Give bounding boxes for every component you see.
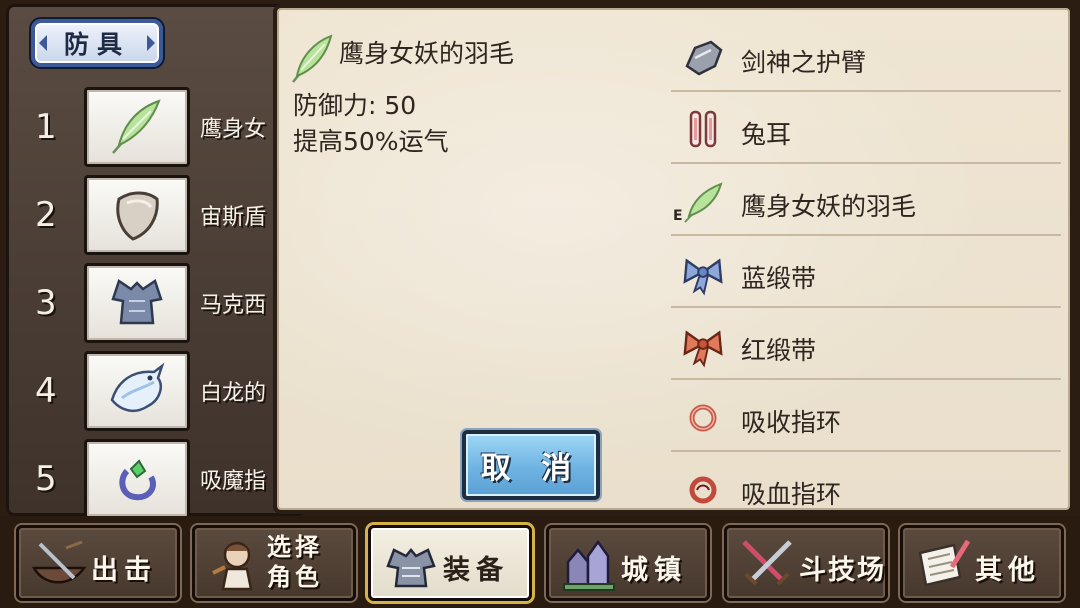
armor-row-5[interactable]: 5 吸魔指 (29, 439, 289, 523)
detail-effect-text: 提高50%运气 (293, 127, 449, 156)
nav-other-button[interactable]: 其他 (900, 525, 1064, 601)
equip-option-7[interactable]: 吸血指环 (671, 454, 1061, 524)
bottom-navigation-bar: 出击 选择 角色 装备 城镇 斗技场 其他 (0, 516, 1080, 608)
nav-label: 选择 角色 (267, 532, 323, 592)
arena-swords-icon (737, 536, 797, 592)
blue-ribbon-icon (681, 252, 725, 296)
nav-label-line: 选择 (267, 533, 323, 561)
item-card[interactable] (84, 439, 190, 519)
row-number: 2 (35, 195, 57, 235)
item-card[interactable] (84, 263, 190, 343)
ring-icon (681, 468, 725, 512)
bunny-ears-icon (681, 108, 725, 152)
equip-option-5[interactable]: 红缎带 (671, 310, 1061, 380)
equip-option-1[interactable]: 剑神之护臂 (671, 22, 1061, 92)
equip-option-label: 蓝缎带 (741, 264, 817, 293)
equipment-icon (381, 536, 441, 592)
equip-option-label: 兔耳 (741, 120, 792, 149)
nav-label: 斗技场 (799, 555, 886, 586)
item-card[interactable] (84, 175, 190, 255)
row-number: 3 (35, 283, 57, 323)
tab-left-chevron-icon (39, 35, 47, 51)
armor-icon (111, 279, 163, 325)
armor-row-2[interactable]: 2 宙斯盾 (29, 175, 289, 259)
nav-town-button[interactable]: 城镇 (546, 525, 710, 601)
ring-icon (119, 459, 156, 501)
item-card[interactable] (84, 351, 190, 431)
item-name: 宙斯盾 (200, 205, 267, 230)
item-name: 白龙的 (200, 381, 267, 406)
armor-row-1[interactable]: 1 鹰身女 (29, 87, 289, 171)
nav-equipment-button[interactable]: 装备 (368, 525, 532, 601)
item-card[interactable] (84, 87, 190, 167)
item-name: 吸魔指 (200, 469, 267, 494)
character-icon (205, 536, 265, 592)
nav-label-line: 角色 (267, 563, 323, 591)
gauntlet-icon (681, 36, 725, 80)
item-name: 鹰身女 (200, 117, 267, 142)
nav-label: 其他 (975, 555, 1041, 586)
equip-option-label: 吸收指环 (741, 408, 842, 437)
equipment-list-panel: 防具 1 鹰身女 2 宙斯盾 3 马克西 4 白龙的 5 吸魔指 (6, 4, 306, 519)
armor-row-3[interactable]: 3 马克西 (29, 263, 289, 347)
ring-icon (681, 396, 725, 440)
sortie-icon (29, 536, 89, 592)
category-tab-label: 防具 (63, 30, 130, 59)
armor-row-4[interactable]: 4 白龙的 (29, 351, 289, 435)
equip-option-3[interactable]: E 鹰身女妖的羽毛 (671, 166, 1061, 236)
nav-label: 出击 (91, 555, 157, 586)
feather-icon (112, 99, 161, 154)
equip-select-dialog: 鹰身女妖的羽毛 防御力: 50 提高50%运气 取 消 剑神之护臂 兔耳 E 鹰… (273, 4, 1074, 514)
scroll-quill-icon (913, 536, 973, 592)
equip-option-2[interactable]: 兔耳 (671, 94, 1061, 164)
cancel-button[interactable]: 取 消 (462, 430, 600, 500)
item-name: 马克西 (200, 293, 267, 318)
detail-item-name: 鹰身女妖的羽毛 (339, 39, 515, 68)
equip-option-4[interactable]: 蓝缎带 (671, 238, 1061, 308)
nav-arena-button[interactable]: 斗技场 (724, 525, 888, 601)
detail-defense-stat: 防御力: 50 (293, 91, 417, 120)
equip-option-6[interactable]: 吸收指环 (671, 382, 1061, 452)
tab-right-chevron-icon (147, 35, 155, 51)
equip-option-label: 红缎带 (741, 336, 817, 365)
red-ribbon-icon (681, 324, 725, 368)
row-number: 5 (35, 459, 57, 499)
nav-label: 装备 (443, 555, 509, 586)
row-number: 1 (35, 107, 57, 147)
row-number: 4 (35, 371, 57, 411)
armor-category-tab[interactable]: 防具 (31, 19, 163, 67)
dragon-icon (110, 362, 165, 413)
detail-feather-icon (289, 32, 335, 88)
shield-icon (116, 191, 159, 241)
nav-label: 城镇 (621, 555, 687, 586)
equip-option-label: 鹰身女妖的羽毛 (741, 192, 917, 221)
feather-icon (681, 180, 725, 224)
nav-sortie-button[interactable]: 出击 (16, 525, 180, 601)
nav-select-character-button[interactable]: 选择 角色 (192, 525, 356, 601)
equip-option-label: 剑神之护臂 (741, 48, 867, 77)
town-icon (559, 536, 619, 592)
equip-option-label: 吸血指环 (741, 480, 842, 509)
